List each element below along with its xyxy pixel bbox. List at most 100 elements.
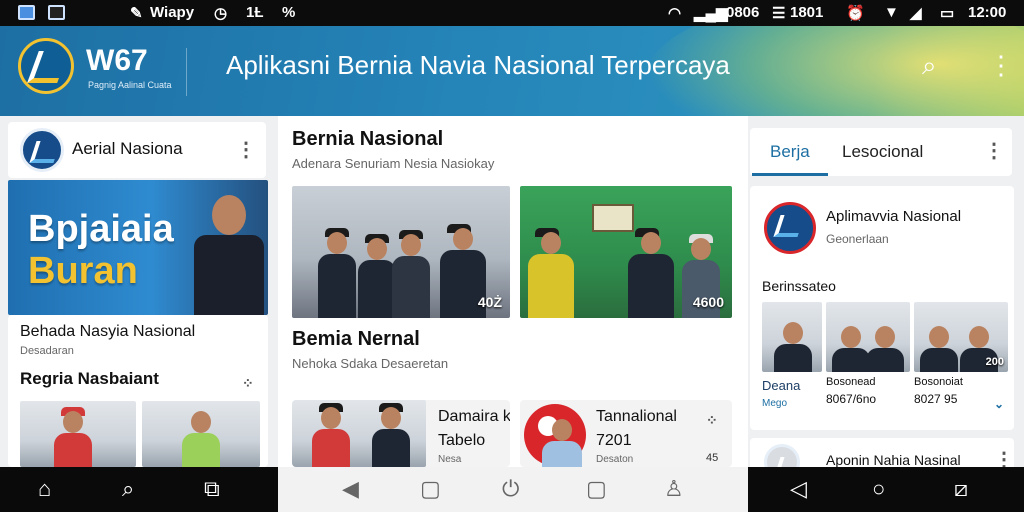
thumb-photo-2[interactable] [826, 302, 910, 372]
card4-value: 7201 [596, 432, 632, 449]
square-icon[interactable]: ▢ [586, 478, 607, 500]
section2-subtitle: Nehoka Sdaka Desaeretan [292, 356, 449, 371]
page-title: Aplikasni Bernia Navia Nasional Terperca… [226, 50, 730, 80]
signal-icon-2: ◢ [910, 5, 922, 22]
signal-icon: ▂▄▆ [694, 5, 728, 22]
status-bar: ✎ Wiapy ◷ 1Ƚ % ◠ ▂▄▆ 0806 ☰ 1801 ⏰ ▼ ◢ ▭… [0, 0, 1024, 26]
thumb-photo-3[interactable]: 200 [914, 302, 1008, 372]
thumb-person [54, 407, 92, 467]
thumb3-value: 8027 95 [914, 392, 958, 406]
app-logo[interactable] [18, 38, 74, 94]
thumb-photo-1[interactable] [762, 302, 822, 372]
battery-icon: ▭ [940, 5, 955, 22]
banner-line-2: Buran [28, 250, 138, 292]
source-card[interactable]: Aerial Nasiona ⋮ [8, 122, 266, 178]
app-header: W67 Pagnig Aalinal Cuata Aplikasni Berni… [0, 26, 1024, 116]
tab-bar: Berja Lesocional ⋮ [750, 128, 1012, 176]
alarm-icon: ⏰ [846, 5, 865, 22]
person [920, 326, 958, 372]
home-icon[interactable]: ⌂ [38, 478, 51, 500]
section1-subtitle: Adenara Senuriam Nesia Nasiokay [292, 156, 495, 171]
tab-lesocional[interactable]: Lesocional [842, 142, 923, 162]
photo1-label: 40Ż [477, 294, 502, 310]
section1-title: Bernia Nasional [292, 128, 444, 150]
power-icon[interactable]: ⏻ [502, 478, 519, 500]
person-icon[interactable]: ♙ [664, 478, 684, 500]
news-photo-2[interactable]: 4600 [520, 186, 732, 318]
nav-bar-right: ◁ ○ ⧄ [748, 467, 1024, 512]
tab-berja[interactable]: Berja [770, 142, 810, 162]
right-section-title: Berinssateo [762, 278, 836, 294]
square-icon[interactable]: ▢ [420, 478, 441, 500]
clock-icon: ◷ [214, 5, 228, 22]
status-right-text-2: 1801 [790, 4, 824, 21]
news-card-3[interactable]: Damaira k Tabelo Nesa [292, 400, 510, 467]
sim-icon: ☰ [772, 5, 786, 22]
thumb-person [182, 411, 220, 467]
banner-text: Bpjaiaia Buran [28, 208, 174, 292]
news-card-4[interactable]: Tannalional 7201 Desaton ⁘ 45 [520, 400, 732, 467]
person [318, 228, 356, 318]
nav-bar-left: ⌂ ⌕ ⧉ [0, 467, 278, 512]
bottom-card-title: Aponin Nahia Nasinal [826, 452, 961, 467]
more-vert-icon[interactable]: ⋮ [988, 50, 1014, 80]
thumb3-title: Bosonoiat [914, 376, 963, 388]
grid-more-icon[interactable]: ⁘ [706, 410, 718, 430]
banner-line-1: Bpjaiaia [28, 208, 174, 250]
official-portrait [194, 195, 264, 315]
more-icon[interactable]: ⋮ [994, 450, 1014, 467]
sign-board [592, 204, 634, 232]
news-photo-1[interactable]: 40Ż [292, 186, 510, 318]
circle-icon[interactable]: ○ [872, 478, 885, 500]
chevron-down-icon[interactable]: ⌄ [994, 394, 1004, 414]
active-tab-indicator [752, 173, 828, 176]
person [866, 326, 904, 372]
thumbnail-2[interactable] [142, 401, 260, 467]
status-extra-2: % [282, 4, 296, 21]
section-title: Regria Nasbaiant [20, 369, 159, 388]
section2-title: Bemia Nernal [292, 328, 420, 350]
search-icon[interactable]: ⌕ [922, 50, 937, 80]
source-card-title: Aerial Nasiona [72, 139, 183, 158]
bottom-card[interactable]: Aponin Nahia Nasinal ⋮ [750, 438, 1014, 467]
headline-banner[interactable]: Bpjaiaia Buran [8, 180, 268, 315]
card4-count: 45 [706, 452, 719, 464]
thumbnail-1[interactable] [20, 401, 136, 467]
card4-subtitle: Desaton [596, 454, 634, 465]
brand-name: W67 [86, 44, 148, 77]
thumb1-subtitle: Mego [762, 398, 788, 409]
more-icon[interactable]: ⋮ [236, 140, 256, 160]
wifi-icon-2: ▼ [884, 4, 899, 21]
more-icon[interactable]: ⋮ [984, 141, 1004, 161]
source-card-right[interactable]: Aplimavvia Nasional Geonerlaan Berinssat… [750, 186, 1014, 430]
card4-title: Tannalional [596, 408, 677, 425]
card3-value: Tabelo [438, 432, 486, 449]
status-right-text-1: 0806 [726, 4, 760, 21]
thumb3-label: 200 [985, 356, 1004, 368]
header-divider [186, 48, 187, 96]
thumb2-title: Bosonead [826, 376, 876, 388]
card3-subtitle: Nesa [438, 454, 462, 465]
person [372, 403, 410, 467]
search-icon[interactable]: ⌕ [122, 478, 134, 500]
signal-app-icon: ✎ [130, 5, 143, 22]
center-panel: Bernia Nasional Adenara Senuriam Nesia N… [278, 116, 748, 467]
person [628, 228, 674, 318]
photo2-label: 4600 [692, 294, 724, 310]
thumb1-title: Deana [762, 378, 801, 393]
status-left-text: Wiapy [150, 4, 195, 21]
back-icon[interactable]: ◀ [342, 478, 359, 500]
status-time: 12:00 [968, 4, 1007, 21]
article-card[interactable]: Behada Nasyia Nasional Desadaran Regria … [8, 315, 268, 467]
share-icon[interactable]: ⧉ [204, 478, 220, 500]
person [528, 228, 574, 318]
brand-subtitle: Pagnig Aalinal Cuata [88, 80, 172, 90]
edit-icon[interactable]: ⧄ [954, 478, 968, 500]
right-panel: Berja Lesocional ⋮ Aplimavvia Nasional G… [748, 116, 1024, 467]
person [358, 234, 396, 318]
grid-more-icon[interactable]: ⁘ [242, 373, 254, 393]
left-panel: Aerial Nasiona ⋮ Bpjaiaia Buran Behada N… [0, 116, 278, 467]
back-icon[interactable]: ◁ [790, 478, 807, 500]
nav-bar-center: ◀ ▢ ⏻ ▢ ♙ [278, 467, 748, 512]
bottom-card-logo-icon [764, 444, 800, 467]
